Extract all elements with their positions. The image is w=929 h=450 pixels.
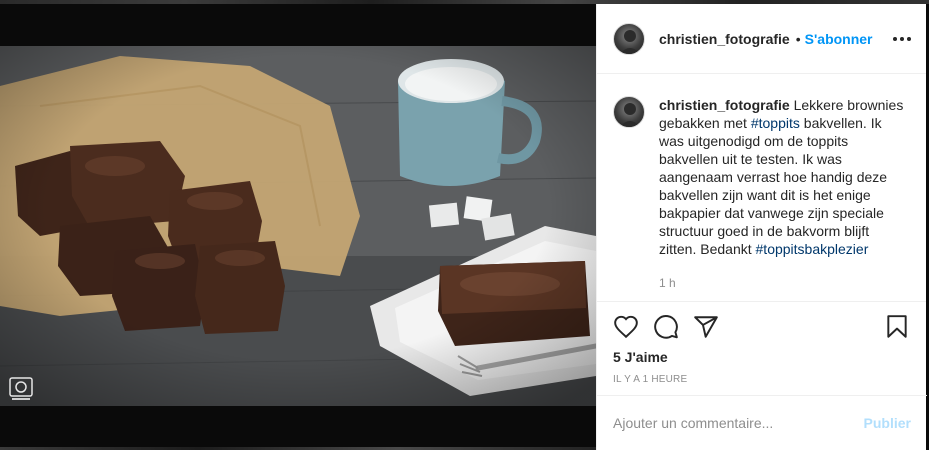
comments-section: christien_fotografie Lekkere brownies ge… bbox=[597, 74, 926, 301]
caption-timestamp: 1 h bbox=[659, 276, 676, 290]
action-icons-row bbox=[613, 314, 910, 340]
separator-dot: • bbox=[795, 30, 801, 47]
follow-button[interactable]: S'abonner bbox=[805, 31, 873, 47]
post-caption: christien_fotografie Lekkere brownies ge… bbox=[659, 96, 910, 301]
comment-input[interactable] bbox=[613, 415, 864, 431]
caption-username[interactable]: christien_fotografie bbox=[659, 97, 790, 113]
bookmark-icon[interactable] bbox=[884, 314, 910, 340]
author-username[interactable]: christien_fotografie bbox=[659, 31, 790, 47]
post-header: christien_fotografie • S'abonner bbox=[597, 4, 926, 74]
caption-avatar[interactable] bbox=[613, 96, 645, 128]
heart-icon[interactable] bbox=[613, 314, 639, 340]
more-options-icon[interactable] bbox=[893, 31, 911, 47]
brownies-photo bbox=[0, 46, 596, 406]
caption-text-2: bakvellen. Ik was uitgenodigd om de topp… bbox=[659, 115, 888, 257]
author-avatar[interactable] bbox=[613, 22, 645, 55]
publish-button[interactable]: Publier bbox=[864, 415, 911, 431]
post-details-panel: christien_fotografie • S'abonner christi… bbox=[596, 4, 927, 450]
post-timestamp: IL Y A 1 HEURE bbox=[613, 374, 688, 385]
comment-icon[interactable] bbox=[653, 314, 679, 340]
hashtag-link[interactable]: #toppitsbakplezier bbox=[756, 241, 869, 257]
hashtag-link[interactable]: #toppits bbox=[751, 115, 800, 131]
post-image[interactable] bbox=[0, 46, 596, 406]
share-icon[interactable] bbox=[693, 314, 719, 340]
camera-watermark-icon bbox=[9, 377, 33, 400]
add-comment-bar: Publier bbox=[597, 395, 927, 450]
likes-count[interactable]: 5 J'aime bbox=[613, 349, 910, 365]
